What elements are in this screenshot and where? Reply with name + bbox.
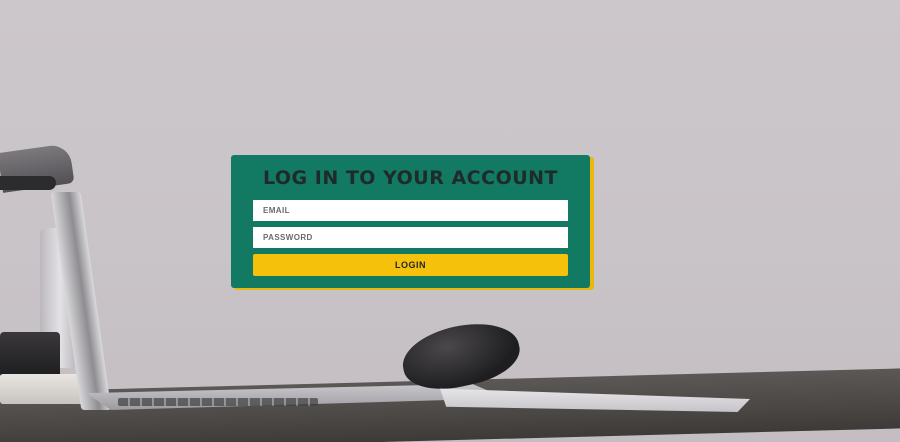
email-field[interactable] [253,200,568,221]
login-button[interactable]: LOGIN [253,254,568,276]
login-title: LOG IN TO YOUR ACCOUNT [262,167,559,189]
page-background: LOG IN TO YOUR ACCOUNT LOGIN [0,0,900,442]
password-field[interactable] [253,227,568,248]
speaker-image [0,332,60,378]
desk-lamp-head-image [0,176,56,190]
mug-image [0,374,88,404]
laptop-keyboard-image [118,398,318,406]
login-form: LOG IN TO YOUR ACCOUNT LOGIN [231,155,590,288]
